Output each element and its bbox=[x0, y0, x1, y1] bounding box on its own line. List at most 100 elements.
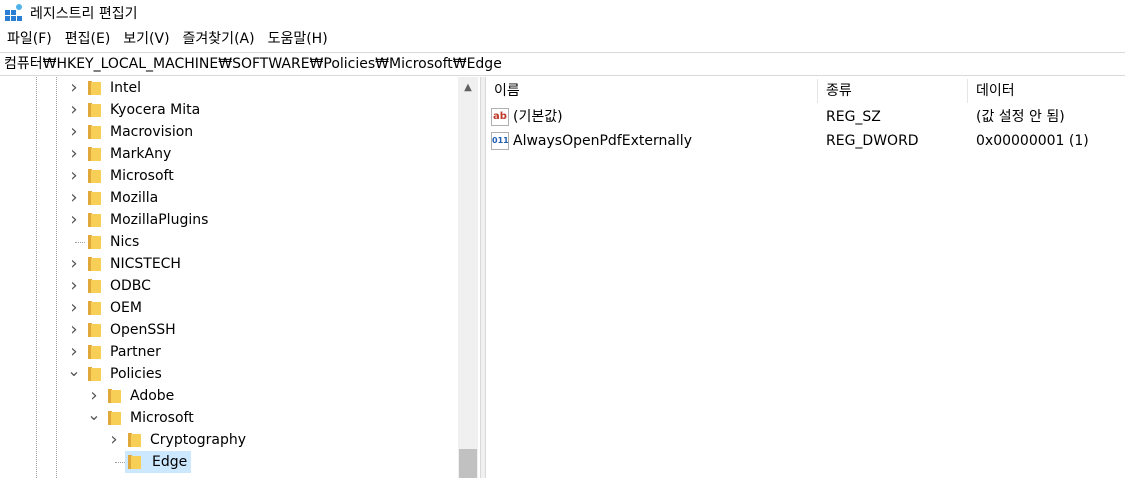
chevron-right-icon[interactable]: › bbox=[67, 167, 81, 185]
dword-value-icon: 011 bbox=[491, 132, 509, 150]
tree-item[interactable]: › MozillaPlugins bbox=[0, 209, 460, 231]
tree-item-label: Mozilla bbox=[110, 190, 159, 206]
folder-icon bbox=[88, 213, 101, 227]
value-name: AlwaysOpenPdfExternally bbox=[513, 133, 692, 149]
scroll-thumb[interactable] bbox=[459, 449, 477, 478]
folder-icon bbox=[88, 169, 101, 183]
menu-file[interactable]: 파일(F) bbox=[0, 26, 58, 52]
tree-item-label: NICSTECH bbox=[110, 256, 181, 272]
tree-item-label: Intel bbox=[110, 80, 141, 96]
value-list: 이름 종류 데이터 ab (기본값) REG_SZ (값 설정 안 됨) 011… bbox=[486, 77, 1125, 478]
folder-icon bbox=[88, 301, 101, 315]
chevron-right-icon[interactable]: › bbox=[67, 211, 81, 229]
tree-item-label: Nics bbox=[110, 234, 140, 250]
column-header-name[interactable]: 이름 bbox=[486, 77, 816, 105]
registry-editor-icon bbox=[4, 4, 22, 22]
tree-item[interactable]: ⌄ Policies bbox=[0, 363, 460, 385]
menu-favorites[interactable]: 즐겨찾기(A) bbox=[176, 26, 261, 52]
folder-icon bbox=[88, 103, 101, 117]
chevron-right-icon[interactable]: › bbox=[67, 79, 81, 97]
tree-item-label: Macrovision bbox=[110, 124, 194, 140]
folder-icon bbox=[88, 125, 101, 139]
chevron-right-icon[interactable]: › bbox=[67, 123, 81, 141]
tree-item-label: Policies bbox=[110, 366, 162, 382]
column-header-type[interactable]: 종류 bbox=[818, 77, 968, 105]
tree-connector bbox=[115, 462, 125, 463]
tree-item[interactable]: › Intel bbox=[0, 77, 460, 99]
chevron-down-icon[interactable]: ⌄ bbox=[87, 407, 101, 426]
tree-item-label: MozillaPlugins bbox=[110, 212, 209, 228]
tree-item-label: Microsoft bbox=[130, 410, 194, 426]
value-row[interactable]: 011 AlwaysOpenPdfExternally REG_DWORD 0x… bbox=[486, 129, 1125, 153]
tree-item-label: Cryptography bbox=[150, 432, 247, 448]
chevron-down-icon[interactable]: ⌄ bbox=[67, 363, 81, 382]
address-bar[interactable]: 컴퓨터₩HKEY_LOCAL_MACHINE₩SOFTWARE₩Policies… bbox=[0, 52, 1125, 76]
folder-icon bbox=[88, 257, 101, 271]
string-value-icon: ab bbox=[491, 108, 509, 126]
tree-item-label: OEM bbox=[110, 300, 142, 316]
value-row[interactable]: ab (기본값) REG_SZ (값 설정 안 됨) bbox=[486, 105, 1125, 129]
folder-icon bbox=[88, 279, 101, 293]
value-type: REG_SZ bbox=[826, 109, 881, 125]
tree-item[interactable]: › OpenSSH bbox=[0, 319, 460, 341]
chevron-right-icon[interactable]: › bbox=[67, 277, 81, 295]
folder-icon bbox=[108, 411, 121, 425]
folder-icon bbox=[88, 235, 101, 249]
scroll-up-icon[interactable]: ▲ bbox=[458, 77, 478, 99]
value-data: 0x00000001 (1) bbox=[976, 133, 1089, 149]
tree-item[interactable]: › Partner bbox=[0, 341, 460, 363]
key-tree: › Intel › Kyocera Mita › Macrovision › MarkAny ›… bbox=[0, 77, 480, 478]
tree-item-label: Adobe bbox=[130, 388, 175, 404]
tree-item-label: Microsoft bbox=[110, 168, 174, 184]
value-data: (값 설정 안 됨) bbox=[976, 109, 1065, 125]
tree-item-label: Edge bbox=[148, 451, 192, 473]
folder-icon bbox=[88, 345, 101, 359]
chevron-right-icon[interactable]: › bbox=[67, 101, 81, 119]
chevron-right-icon[interactable]: › bbox=[87, 387, 101, 405]
tree-item[interactable]: › Macrovision bbox=[0, 121, 460, 143]
tree-connector bbox=[75, 242, 85, 243]
chevron-right-icon[interactable]: › bbox=[67, 321, 81, 339]
tree-item[interactable]: › MarkAny bbox=[0, 143, 460, 165]
tree-item-label: ODBC bbox=[110, 278, 151, 294]
tree-item[interactable]: › NICSTECH bbox=[0, 253, 460, 275]
value-type: REG_DWORD bbox=[826, 133, 919, 149]
tree-scrollbar[interactable]: ▲ bbox=[458, 77, 478, 478]
value-name: (기본값) bbox=[513, 109, 563, 125]
tree-item[interactable]: › Kyocera Mita bbox=[0, 99, 460, 121]
chevron-right-icon[interactable]: › bbox=[67, 255, 81, 273]
folder-icon bbox=[128, 455, 141, 469]
folder-icon bbox=[88, 323, 101, 337]
tree-item[interactable]: › Adobe bbox=[0, 385, 460, 407]
folder-icon bbox=[88, 147, 101, 161]
tree-item[interactable]: › ODBC bbox=[0, 275, 460, 297]
folder-icon bbox=[128, 433, 141, 447]
chevron-right-icon[interactable]: › bbox=[67, 299, 81, 317]
tree-item[interactable]: › Microsoft bbox=[0, 165, 460, 187]
tree-item[interactable]: Nics bbox=[0, 231, 460, 253]
column-header-data[interactable]: 데이터 bbox=[968, 77, 1125, 105]
window-title: 레지스트리 편집기 bbox=[30, 6, 138, 22]
tree-item[interactable]: ⌄ Microsoft bbox=[0, 407, 460, 429]
tree-item-label: Partner bbox=[110, 344, 161, 360]
tree-item[interactable]: › OEM bbox=[0, 297, 460, 319]
folder-icon bbox=[88, 191, 101, 205]
menu-view[interactable]: 보기(V) bbox=[116, 26, 175, 52]
menu-edit[interactable]: 편집(E) bbox=[58, 26, 117, 52]
chevron-right-icon[interactable]: › bbox=[67, 189, 81, 207]
menu-bar: 파일(F) 편집(E) 보기(V) 즐겨찾기(A) 도움말(H) bbox=[0, 26, 1125, 52]
chevron-right-icon[interactable]: › bbox=[107, 431, 121, 449]
tree-item[interactable]: Edge bbox=[0, 451, 460, 473]
tree-item-label: Kyocera Mita bbox=[110, 102, 201, 118]
title-bar: 레지스트리 편집기 bbox=[0, 0, 1125, 26]
folder-icon bbox=[88, 81, 101, 95]
menu-help[interactable]: 도움말(H) bbox=[261, 26, 334, 52]
tree-item-label: MarkAny bbox=[110, 146, 172, 162]
folder-icon bbox=[88, 367, 101, 381]
chevron-right-icon[interactable]: › bbox=[67, 145, 81, 163]
tree-item-label: OpenSSH bbox=[110, 322, 176, 338]
tree-item[interactable]: › Cryptography bbox=[0, 429, 460, 451]
chevron-right-icon[interactable]: › bbox=[67, 343, 81, 361]
folder-icon bbox=[108, 389, 121, 403]
tree-item[interactable]: › Mozilla bbox=[0, 187, 460, 209]
